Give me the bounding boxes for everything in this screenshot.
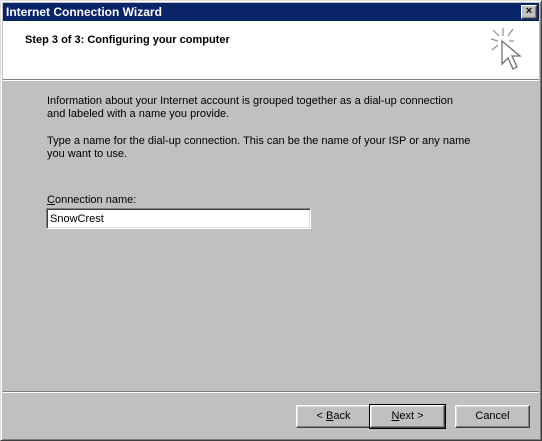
paragraph-1-line-1: Information about your Internet account … [47, 95, 454, 107]
instructions: Information about your Internet account … [47, 95, 487, 175]
footer-divider-highlight [3, 392, 539, 393]
close-icon: × [525, 5, 533, 17]
back-prefix: < [316, 410, 326, 422]
step-title: Step 3 of 3: Configuring your computer [25, 34, 230, 46]
cursor-click-icon [483, 24, 533, 74]
wizard-header: Step 3 of 3: Configuring your computer [3, 21, 539, 80]
paragraph-2-line-1: Type a name for the dial-up connection. … [47, 135, 471, 147]
back-button[interactable]: < Back [296, 405, 371, 428]
title-bar[interactable]: Internet Connection Wizard × [3, 3, 539, 21]
next-button[interactable]: Next > [369, 404, 446, 429]
connection-name-label: Connection name: [47, 194, 136, 206]
connection-name-input[interactable] [46, 208, 311, 229]
instruction-paragraph-2: Type a name for the dial-up connection. … [47, 135, 487, 161]
header-divider [3, 80, 539, 81]
back-label: ack [333, 410, 351, 422]
cancel-button[interactable]: Cancel [455, 405, 530, 428]
wizard-window: Internet Connection Wizard × Step 3 of 3… [0, 0, 542, 441]
window-title: Internet Connection Wizard [6, 5, 162, 19]
label-text: onnection name: [54, 194, 137, 206]
paragraph-1-line-2: and labeled with a name you provide. [47, 108, 230, 120]
label-accelerator: C [47, 194, 55, 206]
paragraph-2-line-2: you want to use. [47, 148, 128, 160]
instruction-paragraph-1: Information about your Internet account … [47, 95, 487, 121]
next-label: ext > [399, 410, 424, 422]
close-button[interactable]: × [521, 5, 537, 19]
